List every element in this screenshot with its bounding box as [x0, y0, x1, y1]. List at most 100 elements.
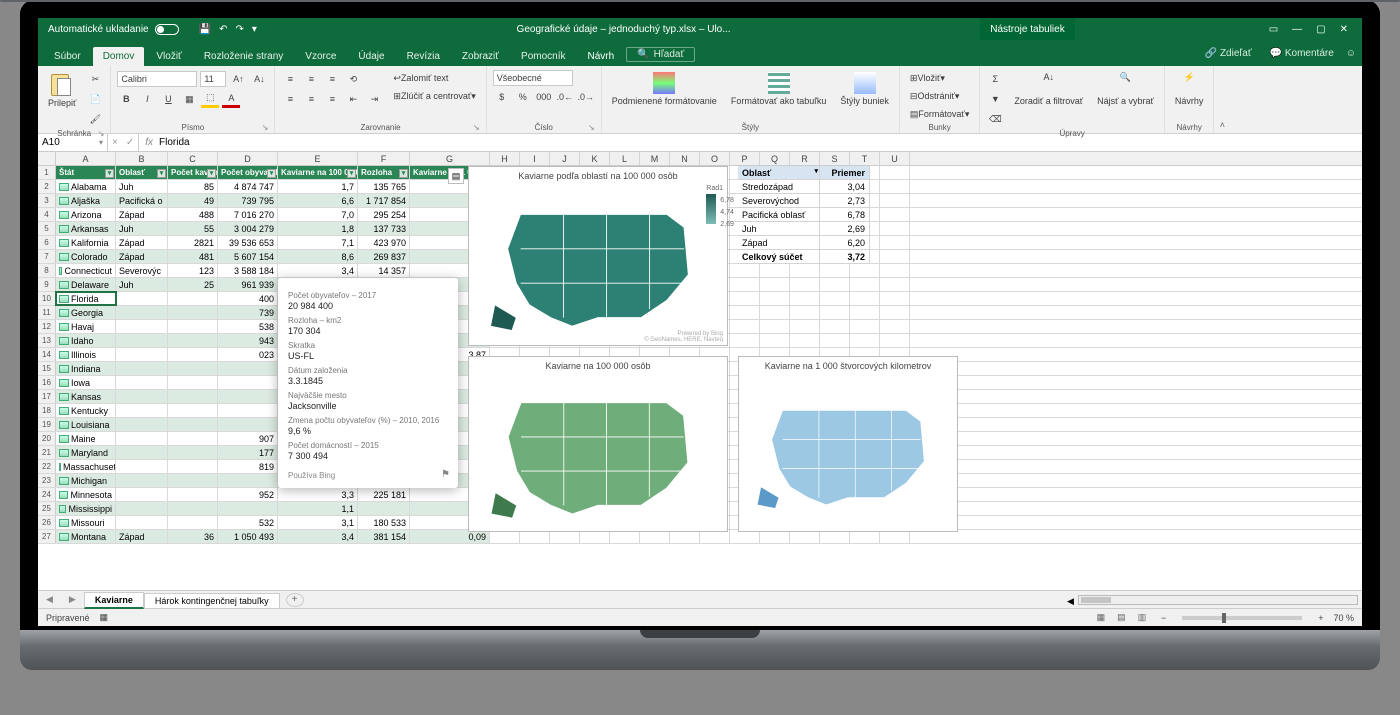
column-header-U[interactable]: U [880, 152, 910, 165]
row-header[interactable]: 12 [38, 320, 56, 333]
cell[interactable]: 2821 [168, 236, 218, 249]
column-header-P[interactable]: P [730, 152, 760, 165]
cell[interactable] [168, 348, 218, 361]
cell[interactable] [116, 376, 168, 389]
dialog-launcher-icon[interactable]: ↘ [588, 123, 595, 132]
cell[interactable] [168, 446, 218, 459]
comments-button[interactable]: 💬 Komentáre [1264, 45, 1340, 62]
cell[interactable] [168, 418, 218, 431]
scroll-left-icon[interactable]: ◀ [1067, 596, 1074, 607]
filter-icon[interactable]: ▾ [157, 169, 166, 178]
cell[interactable]: 36 [168, 530, 218, 543]
cell[interactable] [218, 362, 278, 375]
flag-icon[interactable]: ⚑ [441, 469, 450, 480]
tab-view[interactable]: Zobraziť [452, 47, 509, 66]
cell[interactable]: 1,1 [278, 502, 358, 515]
row-header[interactable]: 23 [38, 474, 56, 487]
thousands-icon[interactable]: 000 [535, 88, 553, 106]
maximize-icon[interactable]: ▢ [1316, 24, 1325, 35]
align-bottom-icon[interactable]: ≡ [323, 70, 341, 88]
cell[interactable] [168, 390, 218, 403]
row-header[interactable]: 9 [38, 278, 56, 291]
column-header-C[interactable]: C [168, 152, 218, 165]
column-header-J[interactable]: J [550, 152, 580, 165]
enter-formula-icon[interactable]: ✓ [126, 137, 134, 148]
wrap-text-button[interactable]: ↩ Zalomiť text [389, 70, 479, 86]
cell[interactable]: Georgia [56, 306, 116, 319]
pivot-cell[interactable]: 6,78 [820, 208, 870, 222]
cell[interactable]: 1 717 854 [358, 194, 410, 207]
cell[interactable]: 4 874 747 [218, 180, 278, 193]
pivot-cell[interactable]: Pacifická oblasť [738, 208, 820, 222]
border-icon[interactable]: ▦ [180, 90, 198, 108]
cell[interactable] [168, 306, 218, 319]
filter-icon[interactable]: ▾ [814, 167, 818, 175]
cell[interactable] [218, 502, 278, 515]
row-header[interactable]: 14 [38, 348, 56, 361]
redo-icon[interactable]: ↷ [235, 24, 243, 35]
clear-icon[interactable]: ⌫ [986, 110, 1004, 128]
row-header[interactable]: 5 [38, 222, 56, 235]
row-header[interactable]: 18 [38, 404, 56, 417]
pivot-cell[interactable]: Stredozápad [738, 180, 820, 194]
cell[interactable]: 49 [168, 194, 218, 207]
column-header-R[interactable]: R [790, 152, 820, 165]
cell[interactable]: 85 [168, 180, 218, 193]
cell[interactable]: Juh [116, 180, 168, 193]
cell[interactable] [168, 460, 218, 473]
column-header-F[interactable]: F [358, 152, 410, 165]
macro-record-icon[interactable]: ▦ [100, 612, 109, 623]
select-all-corner[interactable] [38, 152, 56, 165]
cell[interactable] [168, 474, 218, 487]
cell[interactable]: 952 [218, 488, 278, 501]
cell[interactable]: 381 154 [358, 530, 410, 543]
cell[interactable]: 7,0 [278, 208, 358, 221]
cell[interactable]: 907 [218, 432, 278, 445]
cell[interactable]: 739 795 [218, 194, 278, 207]
row-header[interactable]: 17 [38, 390, 56, 403]
column-header-K[interactable]: K [580, 152, 610, 165]
cell[interactable]: Maryland [56, 446, 116, 459]
filter-icon[interactable]: ▾ [399, 169, 408, 178]
cell-styles-button[interactable]: Štýly buniek [836, 70, 893, 108]
row-header[interactable]: 13 [38, 334, 56, 347]
cell[interactable]: 137 733 [358, 222, 410, 235]
row-header[interactable]: 6 [38, 236, 56, 249]
sheet-nav-next[interactable]: ▶ [61, 594, 84, 605]
cell[interactable]: Indiana [56, 362, 116, 375]
pivot-cell[interactable]: Juh [738, 222, 820, 236]
table-header-cell[interactable]: Štát▾ [56, 166, 116, 179]
cell[interactable]: 3 588 184 [218, 264, 278, 277]
normal-view-icon[interactable]: ▦ [1092, 612, 1110, 623]
increase-font-icon[interactable]: A↑ [229, 70, 247, 88]
sheet-tab-2[interactable]: Hárok kontingenčnej tabuľky [144, 593, 280, 608]
cell[interactable] [116, 446, 168, 459]
cell[interactable] [218, 376, 278, 389]
search-box[interactable]: 🔍 Hľadať [626, 47, 695, 62]
find-select-button[interactable]: 🔍Nájsť a vybrať [1093, 70, 1158, 108]
cell[interactable] [116, 362, 168, 375]
cell[interactable]: 3,1 [278, 516, 358, 529]
cell[interactable]: 269 837 [358, 250, 410, 263]
tab-pagelayout[interactable]: Rozloženie strany [194, 47, 293, 66]
cell[interactable]: 538 [218, 320, 278, 333]
sort-filter-button[interactable]: A↓Zoradiť a filtrovať [1010, 70, 1087, 108]
italic-icon[interactable]: I [138, 90, 156, 108]
align-middle-icon[interactable]: ≡ [302, 70, 320, 88]
cell[interactable] [218, 390, 278, 403]
column-header-L[interactable]: L [610, 152, 640, 165]
cell[interactable]: 1,8 [278, 222, 358, 235]
cell[interactable]: 3,4 [278, 264, 358, 277]
cell[interactable] [116, 292, 168, 305]
cell[interactable]: 55 [168, 222, 218, 235]
cell[interactable]: Delaware [56, 278, 116, 291]
pivot-cell[interactable]: 2,73 [820, 194, 870, 208]
cell[interactable]: Juh [116, 278, 168, 291]
cell[interactable]: Montana [56, 530, 116, 543]
row-header[interactable]: 22 [38, 460, 56, 473]
cell[interactable] [116, 404, 168, 417]
cell[interactable] [116, 334, 168, 347]
cell[interactable]: Aljaška [56, 194, 116, 207]
pivot-total-value[interactable]: 3,72 [820, 250, 870, 264]
merge-center-button[interactable]: ⊞ Zlúčiť a centrovať ▾ [389, 88, 479, 104]
